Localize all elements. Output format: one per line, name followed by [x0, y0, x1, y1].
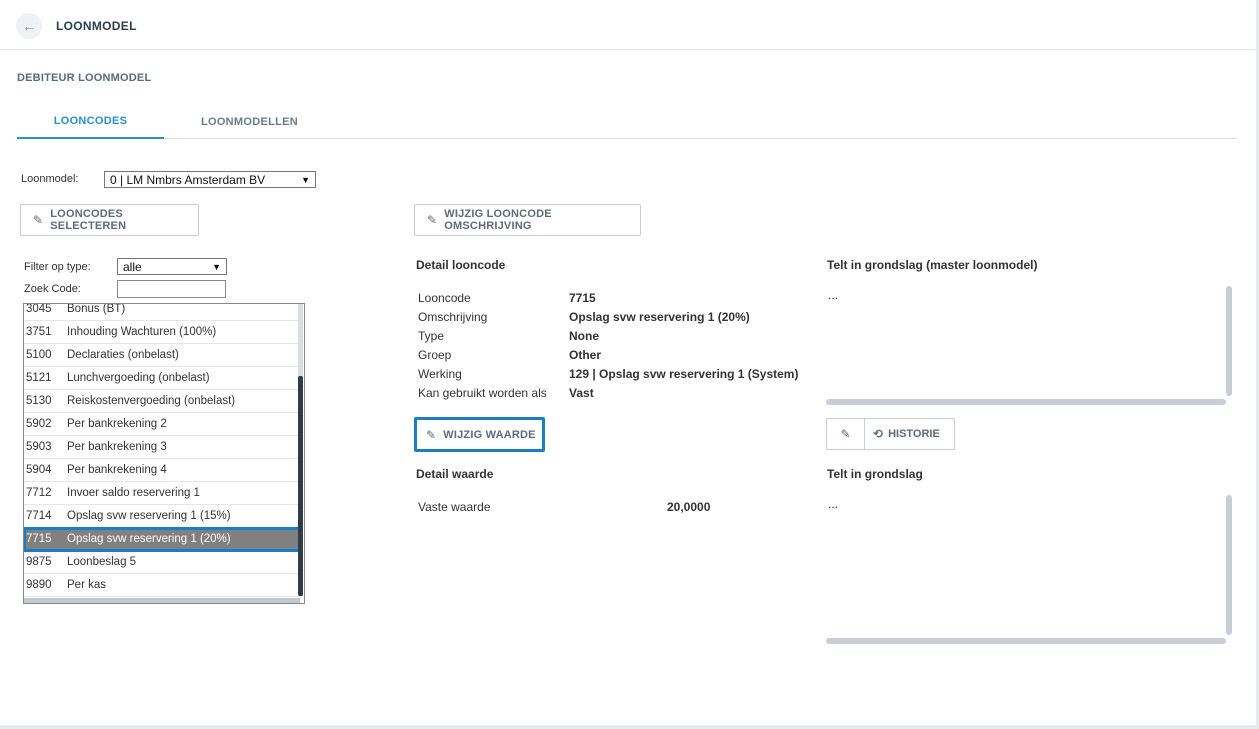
- list-item[interactable]: 5903 Per bankrekening 3: [24, 436, 300, 459]
- loonmodel-select[interactable]: 0 | LM Nmbrs Amsterdam BV ▼: [104, 171, 316, 188]
- looncodes-selecteren-label: LOONCODES SELECTEREN: [50, 208, 127, 232]
- grondslag-horizontal-scrollbar[interactable]: [826, 638, 1226, 644]
- looncode-list[interactable]: 3045 Bonus (BT) 3751 Inhouding Wachturen (…: [23, 303, 305, 604]
- list-item[interactable]: 5904 Per bankrekening 4: [24, 459, 300, 482]
- app-header: ← LOONMODEL: [0, 0, 1256, 50]
- detail-label-looncode: Looncode: [418, 291, 471, 305]
- grondslag-master-horizontal-scrollbar[interactable]: [826, 399, 1226, 405]
- grondslag-master-panel: ...: [826, 286, 1232, 408]
- detail-value-kan-gebruikt: Vast: [569, 386, 594, 400]
- detail-value-type: None: [569, 329, 599, 343]
- pencil-icon: ✎: [33, 213, 44, 227]
- wijzig-waarde-button[interactable]: ✎ WIJZIG WAARDE: [414, 417, 545, 452]
- loonmodel-select-value: 0 | LM Nmbrs Amsterdam BV: [110, 172, 266, 187]
- list-vertical-scrollbar[interactable]: [298, 304, 303, 596]
- grondslag-actions: ✎ ⟲ HISTORIE: [826, 418, 955, 450]
- detail-value-werking: 129 | Opslag svw reservering 1 (System): [569, 367, 799, 381]
- section-title: DEBITEUR LOONMODEL: [17, 72, 152, 84]
- vaste-waarde-value: 20,0000: [667, 500, 711, 514]
- looncodes-selecteren-button[interactable]: ✎ LOONCODES SELECTEREN: [20, 204, 199, 236]
- detail-label-groep: Groep: [418, 348, 452, 362]
- edit-pencil-icon[interactable]: ✎: [827, 419, 865, 449]
- wijzig-omschrijving-label: WIJZIG LOONCODE OMSCHRIJVING: [444, 208, 552, 232]
- detail-label-kan-gebruikt: Kan gebruikt worden als: [418, 386, 547, 400]
- list-item[interactable]: 9875 Loonbeslag 5: [24, 551, 300, 574]
- detail-looncode-title: Detail looncode: [416, 258, 506, 272]
- list-horizontal-scrollbar[interactable]: [24, 598, 300, 603]
- historie-label: HISTORIE: [888, 428, 940, 440]
- zoek-code-input[interactable]: [117, 280, 226, 298]
- wijzig-waarde-label: WIJZIG WAARDE: [443, 428, 536, 441]
- wijzig-omschrijving-button[interactable]: ✎ WIJZIG LOONCODE OMSCHRIJVING: [414, 204, 641, 236]
- list-item[interactable]: 7712 Invoer saldo reservering 1: [24, 482, 300, 505]
- grondslag-master-vertical-scrollbar[interactable]: [1226, 286, 1232, 396]
- grondslag-content: ...: [828, 497, 839, 511]
- vaste-waarde-label: Vaste waarde: [418, 500, 491, 514]
- zoek-code-label: Zoek Code:: [24, 283, 81, 295]
- scrollbar-thumb[interactable]: [298, 376, 303, 596]
- tab-loonmodellen[interactable]: LOONMODELLEN: [177, 104, 322, 139]
- list-item[interactable]: 7714 Opslag svw reservering 1 (15%): [24, 505, 300, 528]
- filter-type-select[interactable]: alle ▼: [117, 258, 227, 275]
- detail-waarde-title: Detail waarde: [416, 467, 494, 481]
- grondslag-master-content: ...: [828, 288, 839, 302]
- detail-value-groep: Other: [569, 348, 602, 362]
- page-title: LOONMODEL: [56, 19, 137, 33]
- loonmodel-label: Loonmodel:: [21, 173, 79, 185]
- list-item[interactable]: 5902 Per bankrekening 2: [24, 413, 300, 436]
- tab-looncodes[interactable]: LOONCODES: [17, 104, 164, 139]
- list-item[interactable]: 3045 Bonus (BT): [24, 304, 300, 321]
- grondslag-vertical-scrollbar[interactable]: [1226, 495, 1232, 635]
- tab-bar: LOONCODES LOONMODELLEN: [17, 104, 1237, 139]
- detail-value-omschrijving: Opslag svw reservering 1 (20%): [569, 310, 750, 324]
- list-item[interactable]: 9890 Per kas: [24, 574, 300, 597]
- grondslag-panel: ...: [826, 495, 1232, 647]
- list-item[interactable]: 5130 Reiskostenvergoeding (onbelast): [24, 390, 300, 413]
- detail-value-looncode: 7715: [569, 291, 596, 305]
- grondslag-master-title: Telt in grondslag (master loonmodel): [827, 258, 1038, 272]
- filter-type-label: Filter op type:: [24, 261, 91, 273]
- dropdown-arrow-icon: ▼: [301, 174, 310, 185]
- page-edge: [0, 725, 1259, 729]
- list-item[interactable]: 5100 Declaraties (onbelast): [24, 344, 300, 367]
- list-item-selected[interactable]: 7715 Opslag svw reservering 1 (20%): [24, 527, 301, 552]
- historie-button[interactable]: ⟲ HISTORIE: [865, 419, 954, 449]
- grondslag-title: Telt in grondslag: [827, 467, 923, 481]
- pencil-icon: ✎: [427, 213, 438, 227]
- list-item[interactable]: 3751 Inhouding Wachturen (100%): [24, 321, 300, 344]
- pencil-icon: ✎: [426, 427, 437, 442]
- detail-label-werking: Werking: [418, 367, 462, 381]
- detail-label-omschrijving: Omschrijving: [418, 310, 488, 324]
- dropdown-arrow-icon: ▼: [212, 261, 221, 272]
- detail-label-type: Type: [418, 329, 445, 343]
- back-arrow-icon[interactable]: ←: [16, 13, 42, 39]
- history-icon: ⟲: [873, 427, 884, 441]
- filter-type-value: alle: [123, 259, 142, 274]
- list-item[interactable]: 5121 Lunchvergoeding (onbelast): [24, 367, 300, 390]
